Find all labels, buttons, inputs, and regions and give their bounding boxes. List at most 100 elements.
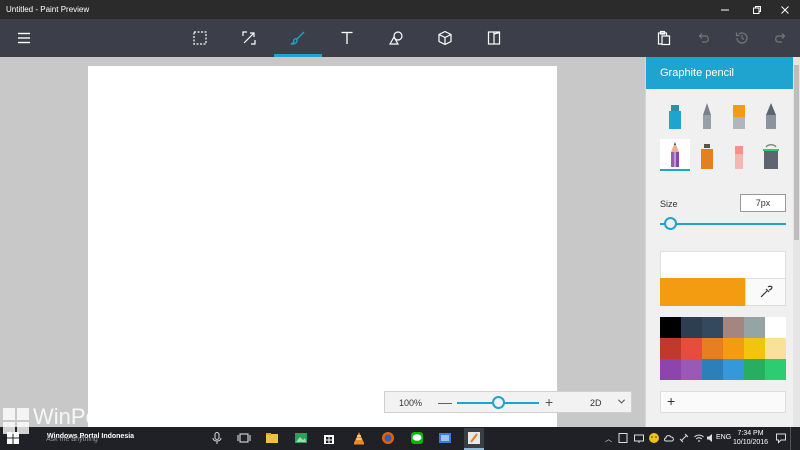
drawing-canvas[interactable] (88, 66, 557, 427)
zoom-level: 100% (399, 398, 423, 408)
view-mode[interactable]: 2D (590, 398, 602, 408)
shapes-icon (388, 31, 403, 45)
palette-color-swatch[interactable] (660, 338, 681, 359)
system-clock[interactable]: 7:34 PM 10/10/2016 (733, 429, 768, 447)
cube-icon (438, 30, 452, 46)
close-icon (781, 5, 789, 14)
hamburger-icon (18, 32, 30, 44)
app-window-icon[interactable] (438, 431, 452, 445)
brushes-tool-button[interactable] (274, 19, 322, 57)
stickers-tool-button[interactable] (470, 19, 518, 57)
palette-color-swatch[interactable] (660, 359, 681, 380)
history-icon (735, 32, 748, 44)
palette-color-swatch[interactable] (723, 317, 744, 338)
minimize-button[interactable] (710, 0, 740, 19)
vlc-icon[interactable] (352, 431, 366, 445)
link-icon[interactable] (678, 432, 690, 444)
maximize-button[interactable] (742, 0, 772, 19)
line-app-icon[interactable] (410, 431, 424, 445)
cortana-search-hint[interactable]: Ask me anything (46, 436, 98, 443)
text-tool-button[interactable] (323, 19, 371, 57)
3d-objects-tool-button[interactable] (421, 19, 469, 57)
fill-bucket-tool[interactable] (756, 139, 786, 171)
photos-app-icon[interactable] (294, 431, 308, 445)
brush-icon (290, 31, 305, 45)
close-button[interactable] (770, 0, 800, 19)
palette-color-swatch[interactable] (702, 338, 723, 359)
language-indicator[interactable]: ENG (716, 434, 731, 441)
size-label: Size (660, 199, 678, 209)
palette-color-swatch[interactable] (723, 359, 744, 380)
scrollbar-thumb[interactable] (794, 65, 799, 240)
clock-time: 7:34 PM (737, 430, 764, 437)
redo-button[interactable] (756, 19, 800, 57)
select-tool-button[interactable] (176, 19, 224, 57)
size-input[interactable]: 7px (740, 194, 786, 212)
palette-color-swatch[interactable] (681, 317, 702, 338)
cloud-icon[interactable] (663, 432, 675, 444)
marquee-select-icon (193, 31, 207, 45)
show-hidden-icons[interactable]: ︿ (605, 434, 612, 444)
marker-icon (669, 105, 681, 129)
restore-icon (753, 5, 761, 14)
palette-color-swatch[interactable] (765, 338, 786, 359)
size-slider-track[interactable] (660, 223, 786, 225)
paint-app-icon (468, 432, 480, 444)
task-view-icon[interactable] (237, 431, 251, 445)
palette-color-swatch[interactable] (681, 359, 702, 380)
palette-color-swatch[interactable] (744, 359, 765, 380)
firefox-icon[interactable] (381, 431, 395, 445)
shapes-tool-button[interactable] (372, 19, 420, 57)
minimize-icon (721, 9, 729, 10)
palette-color-swatch[interactable] (702, 359, 723, 380)
title-bar: Untitled - Paint Preview (0, 0, 800, 19)
fountain-pen-tool[interactable] (756, 99, 786, 131)
palette-color-swatch[interactable] (765, 359, 786, 380)
redo-icon (775, 33, 786, 43)
oil-brush-tool[interactable] (724, 99, 754, 131)
microphone-icon[interactable] (210, 431, 224, 445)
size-slider-thumb[interactable] (664, 217, 678, 230)
zoom-slider-thumb[interactable] (492, 396, 505, 409)
palette-color-swatch[interactable] (744, 338, 765, 359)
tablet-icon[interactable] (617, 432, 629, 444)
zoom-in-button[interactable]: + (545, 394, 553, 410)
emoji-icon[interactable] (648, 432, 660, 444)
undo-icon (698, 33, 709, 43)
eraser-icon (735, 146, 743, 169)
crop-tool-button[interactable] (225, 19, 273, 57)
palette-color-swatch[interactable] (681, 338, 702, 359)
eyedropper-button[interactable] (745, 278, 786, 306)
calligraphy-pen-tool[interactable] (692, 99, 722, 131)
pencil-icon (671, 142, 679, 167)
graphite-pencil-tool[interactable] (660, 139, 690, 171)
notifications-icon[interactable] (775, 432, 787, 444)
add-color-button[interactable]: + (660, 391, 786, 413)
spray-can-tool[interactable] (692, 139, 722, 171)
zoom-out-button[interactable]: — (438, 394, 452, 410)
current-color-swatch[interactable] (660, 278, 745, 306)
palette-color-swatch[interactable] (744, 317, 765, 338)
text-icon (341, 31, 353, 44)
paint-taskbar-button[interactable] (464, 428, 484, 450)
panel-scrollbar[interactable] (793, 57, 800, 427)
workspace (0, 57, 645, 427)
menu-button[interactable] (0, 19, 48, 57)
main-toolbar (0, 19, 800, 57)
palette-color-swatch[interactable] (723, 338, 744, 359)
palette-color-swatch[interactable] (765, 317, 786, 338)
palette-color-swatch[interactable] (660, 317, 681, 338)
wifi-icon[interactable] (693, 432, 705, 444)
file-explorer-icon[interactable] (265, 431, 279, 445)
oil-brush-icon (733, 105, 745, 129)
secondary-color-swatch[interactable] (660, 251, 786, 279)
show-desktop-button[interactable] (790, 427, 791, 450)
network-icon[interactable] (633, 432, 645, 444)
color-palette (660, 317, 786, 380)
chevron-down-icon[interactable] (617, 397, 626, 406)
spray-can-icon (701, 144, 713, 169)
marker-tool[interactable] (660, 99, 690, 131)
store-icon[interactable] (322, 431, 336, 445)
eraser-tool[interactable] (724, 139, 754, 171)
palette-color-swatch[interactable] (702, 317, 723, 338)
